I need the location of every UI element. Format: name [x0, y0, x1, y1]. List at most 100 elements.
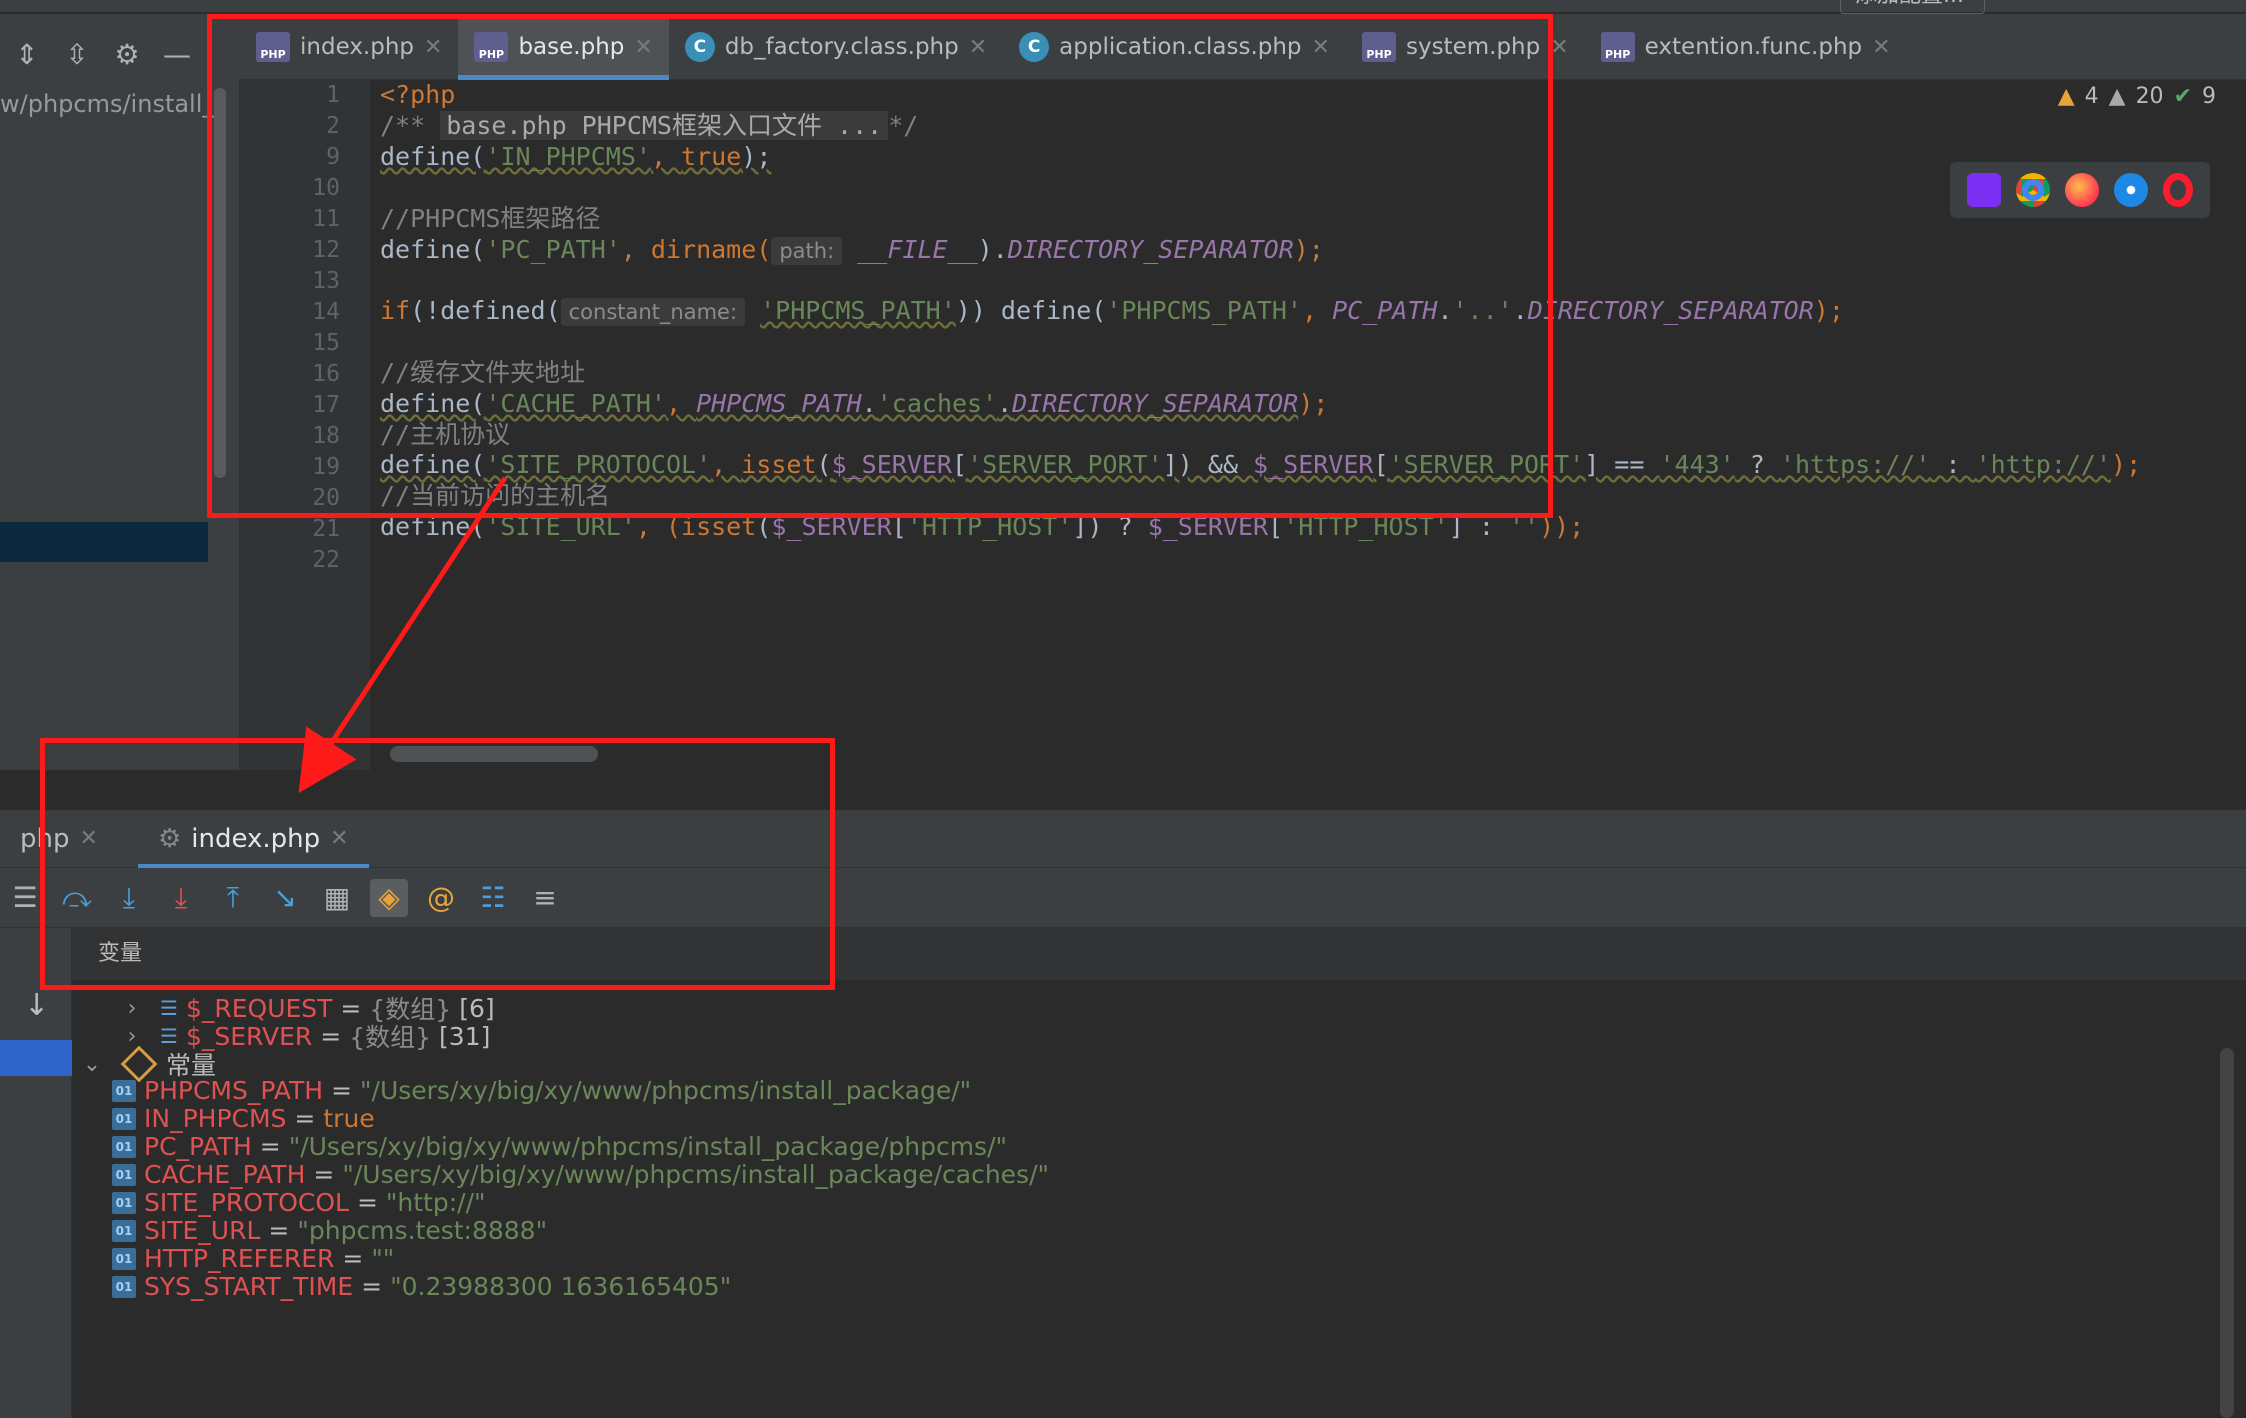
- safari-icon[interactable]: [2113, 173, 2148, 207]
- folded-comment[interactable]: base.php PHPCMS框架入口文件 ...: [440, 111, 889, 140]
- step-into-icon[interactable]: ⤓: [110, 879, 148, 917]
- token: PC_PATH: [1332, 296, 1438, 325]
- collapse-all-icon[interactable]: ⇳: [60, 37, 94, 71]
- force-step-into-icon[interactable]: ⤓: [162, 879, 200, 917]
- opera-icon[interactable]: [2162, 173, 2193, 207]
- line-number: 10: [312, 175, 340, 201]
- code-line-11: //PHPCMS框架路径: [380, 202, 600, 236]
- step-out-icon[interactable]: ⤒: [214, 879, 252, 917]
- run-to-cursor-icon[interactable]: ↘: [266, 879, 304, 917]
- constant-row[interactable]: 01 PC_PATH = "/Users/xy/big/xy/www/phpcms…: [112, 1132, 1007, 1161]
- constant-row[interactable]: 01 IN_PHPCMS = true: [112, 1104, 375, 1133]
- debug-tabs: php ✕ ⚙ index.php ✕: [0, 810, 2246, 868]
- constant-row[interactable]: 01 SITE_URL = "phpcms.test:8888": [112, 1216, 547, 1245]
- line-number: 13: [312, 268, 340, 294]
- editor-h-scrollbar[interactable]: [390, 746, 598, 762]
- tab-2[interactable]: Cdb_factory.class.php ✕: [669, 14, 1003, 80]
- constant-icon: 01: [112, 1247, 136, 1270]
- token: $_SERVER: [1147, 512, 1269, 541]
- const-name: SYS_START_TIME: [144, 1272, 354, 1301]
- constant-row[interactable]: 01 PHPCMS_PATH = "/Users/xy/big/xy/www/ph…: [112, 1076, 971, 1105]
- selected-frame[interactable]: [0, 1040, 72, 1076]
- token: [: [952, 450, 968, 479]
- down-arrow-icon[interactable]: ↓: [24, 988, 49, 1023]
- minimize-icon[interactable]: —: [160, 37, 194, 71]
- close-icon[interactable]: ✕: [634, 35, 652, 60]
- debug-toolbar: ☰ ⤼ ⤓ ⤓ ⤒ ↘ ▦ ◈ @ ☷ ≡: [0, 868, 2246, 928]
- token: ).: [977, 235, 1008, 264]
- tab-1[interactable]: PHP base.php ✕: [458, 14, 670, 80]
- close-icon[interactable]: ✕: [330, 826, 348, 851]
- gear-icon[interactable]: ⚙: [110, 37, 144, 71]
- variables-scrollbar[interactable]: [2220, 1048, 2234, 1418]
- tab-0[interactable]: PHP index.php ✕: [240, 14, 458, 80]
- variables-header: 变量: [72, 928, 2246, 980]
- chrome-icon[interactable]: [2016, 173, 2051, 207]
- inspection-widget[interactable]: ▲ 4 ▲ 20 ✔ 9: [2058, 84, 2216, 109]
- const-value: "0.23988300 1636165405": [390, 1272, 732, 1301]
- token: ,: [665, 389, 697, 418]
- token: );: [1298, 389, 1329, 418]
- code-line-17: define('CACHE_PATH', PHPCMS_PATH.'caches…: [380, 387, 1328, 421]
- editor-tabs: PHP index.php ✕ PHP base.php ✕ Cdb_factory.cla…: [240, 14, 2246, 80]
- token: .: [997, 389, 1013, 418]
- add-configuration-button[interactable]: 添加配置...: [1840, 0, 1985, 14]
- expand-all-icon[interactable]: ⇕: [10, 37, 44, 71]
- phpstorm-icon[interactable]: [1967, 173, 2002, 207]
- fold-comment-end: */: [888, 111, 919, 140]
- tab-label: extention.func.php: [1644, 34, 1863, 60]
- code-line-18: //主机协议: [380, 418, 510, 452]
- code-line-14: if(!defined(constant_name: 'PHPCMS_PATH'…: [380, 294, 1844, 329]
- token: define(: [380, 235, 486, 264]
- token: (: [756, 512, 772, 541]
- tab-label: base.php: [518, 34, 625, 60]
- debug-tab-php[interactable]: php ✕: [0, 810, 118, 868]
- project-selected-row[interactable]: [0, 522, 208, 562]
- constant-row[interactable]: 01 SITE_PROTOCOL = "http://": [112, 1188, 486, 1217]
- debug-tab-index[interactable]: ⚙ index.php ✕: [137, 810, 369, 868]
- tab-4[interactable]: PHP system.php ✕: [1346, 14, 1585, 80]
- watch-icon[interactable]: @: [422, 879, 460, 917]
- const-name: SITE_URL: [144, 1216, 261, 1245]
- line-number: 14: [312, 299, 340, 325]
- close-icon[interactable]: ✕: [1872, 35, 1890, 60]
- project-scrollbar[interactable]: [214, 88, 226, 478]
- token: ?: [1734, 450, 1780, 479]
- constant-row[interactable]: 01 CACHE_PATH = "/Users/xy/big/xy/www/php…: [112, 1160, 1049, 1189]
- tab-3[interactable]: Capplication.class.php ✕: [1003, 14, 1346, 80]
- lines-icon[interactable]: ≡: [526, 879, 564, 917]
- debug-tab-label: php: [20, 823, 70, 854]
- menu-icon[interactable]: ☰: [6, 879, 44, 917]
- close-icon[interactable]: ✕: [80, 826, 98, 851]
- close-icon[interactable]: ✕: [424, 35, 442, 60]
- line-number: 1: [326, 82, 340, 108]
- constant-row[interactable]: 01 HTTP_REFERER = "": [112, 1244, 394, 1273]
- constants-toggle-icon[interactable]: ◈: [370, 878, 408, 917]
- line-number: 21: [312, 516, 340, 542]
- list-icon[interactable]: ☷: [474, 879, 512, 917]
- evaluate-table-icon[interactable]: ▦: [318, 879, 356, 917]
- close-icon[interactable]: ✕: [1312, 35, 1330, 60]
- chevron-right-icon[interactable]: ›: [112, 996, 152, 1021]
- code-line-2: /** base.php PHPCMS框架入口文件 ... */: [380, 109, 918, 143]
- close-icon[interactable]: ✕: [969, 35, 987, 60]
- const-eq: =: [313, 1160, 335, 1189]
- firefox-icon[interactable]: [2064, 173, 2099, 207]
- chevron-down-icon[interactable]: ⌄: [72, 1052, 112, 1077]
- line-number: 16: [312, 361, 340, 387]
- token: define(: [380, 389, 486, 418]
- chevron-right-icon[interactable]: ›: [112, 1024, 152, 1049]
- token: )) define(: [955, 296, 1107, 325]
- close-icon[interactable]: ✕: [1550, 35, 1568, 60]
- constant-row[interactable]: 01 SYS_START_TIME = "0.23988300 163616540…: [112, 1272, 731, 1301]
- token: ,: [1301, 296, 1333, 325]
- line-number: 20: [312, 485, 340, 511]
- tab-5[interactable]: PHP extention.func.php ✕: [1585, 14, 1907, 80]
- token: );: [741, 142, 772, 171]
- step-over-icon[interactable]: ⤼: [58, 879, 96, 917]
- token: [: [1373, 450, 1389, 479]
- line-number: 17: [312, 392, 340, 418]
- fold-comment-start: /**: [380, 111, 441, 140]
- const-value: "http://": [385, 1188, 486, 1217]
- tab-label: system.php: [1405, 34, 1541, 60]
